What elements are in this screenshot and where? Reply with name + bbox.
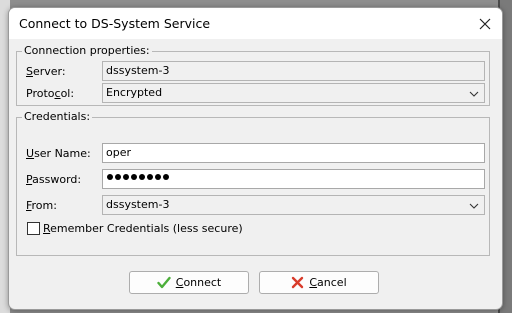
remember-credentials-label: Remember Credentials (less secure) — [43, 222, 243, 235]
protocol-label: Protocol: — [26, 87, 75, 100]
password-dot — [115, 174, 121, 180]
server-field[interactable]: dssystem-3 — [102, 61, 485, 81]
password-dot — [163, 174, 169, 180]
connect-dialog: Connect to DS-System Service Connection … — [8, 7, 503, 310]
password-dot — [139, 174, 145, 180]
close-icon — [479, 18, 491, 29]
connection-properties-label: Connection properties: — [22, 44, 152, 57]
password-dot — [155, 174, 161, 180]
connect-label: Connect — [175, 276, 222, 289]
protocol-value: Encrypted — [106, 86, 163, 99]
from-label: From: — [26, 199, 57, 212]
password-field[interactable] — [102, 169, 485, 189]
from-select[interactable]: dssystem-3 — [102, 195, 485, 215]
dialog-title: Connect to DS-System Service — [19, 16, 211, 31]
password-label: Password: — [26, 173, 82, 186]
cross-icon — [292, 276, 304, 289]
title-bar: Connect to DS-System Service — [9, 8, 502, 39]
password-dot — [147, 174, 153, 180]
protocol-select[interactable]: Encrypted — [102, 83, 485, 103]
cancel-label: Cancel — [309, 276, 347, 289]
cancel-button[interactable]: Cancel — [259, 271, 379, 294]
chevron-down-icon — [469, 203, 479, 209]
password-dot — [131, 174, 137, 180]
connect-button[interactable]: Connect — [129, 271, 249, 294]
close-button[interactable] — [468, 8, 502, 39]
credentials-label: Credentials: — [22, 110, 93, 123]
chevron-down-icon — [469, 91, 479, 97]
server-value: dssystem-3 — [106, 64, 170, 77]
from-value: dssystem-3 — [106, 198, 170, 211]
server-label: Server: — [26, 65, 66, 78]
username-label: User Name: — [26, 147, 91, 160]
password-dot — [123, 174, 129, 180]
remember-credentials-checkbox[interactable] — [27, 222, 40, 235]
password-dot — [107, 174, 113, 180]
password-mask — [107, 174, 169, 180]
username-field[interactable]: oper — [102, 143, 485, 163]
checkmark-icon — [157, 276, 171, 289]
username-value: oper — [106, 146, 132, 159]
